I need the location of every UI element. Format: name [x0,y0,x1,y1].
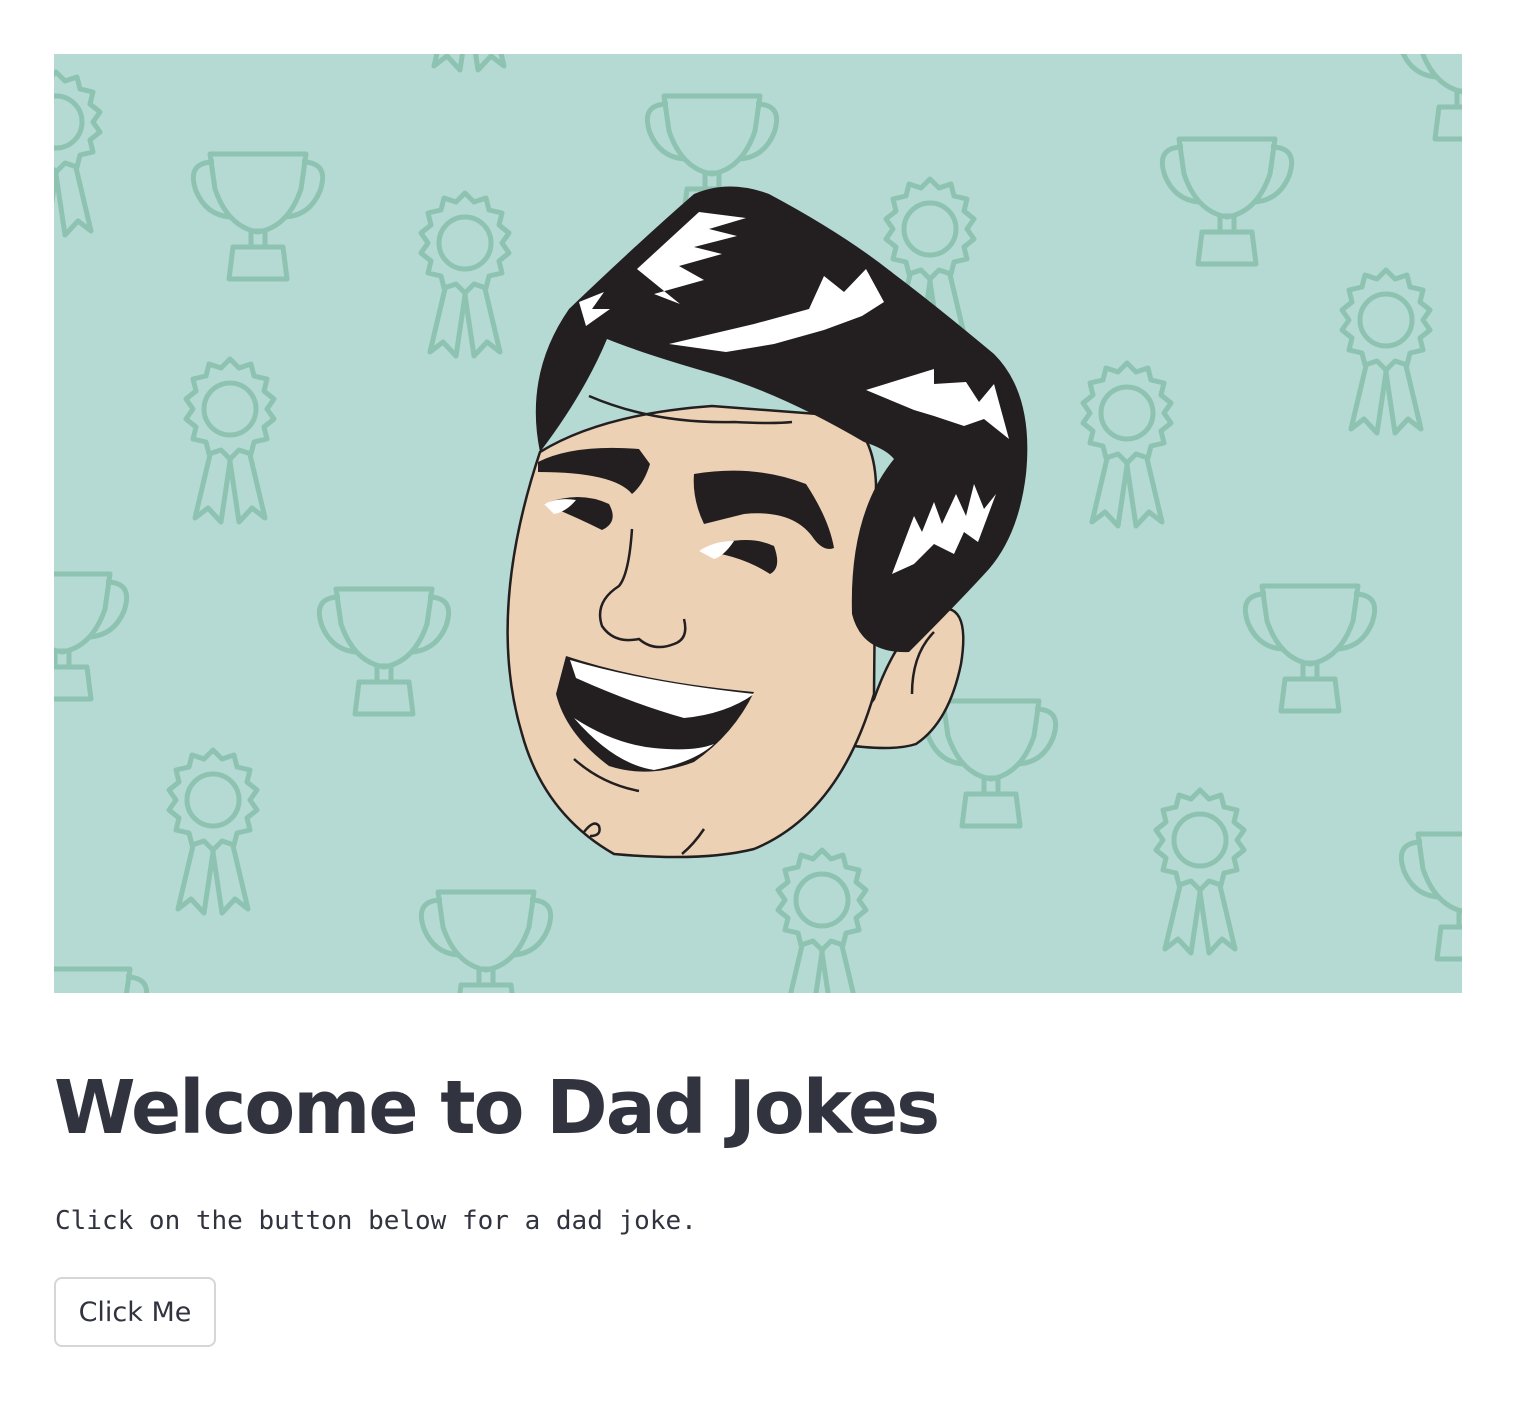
dad-hero-image [54,54,1462,993]
hero-illustration [54,54,1462,993]
dad-face [506,186,1028,859]
page-title: Welcome to Dad Jokes [54,1065,940,1151]
description-text: Click on the button below for a dad joke… [55,1206,697,1236]
click-me-button[interactable]: Click Me [54,1277,216,1347]
